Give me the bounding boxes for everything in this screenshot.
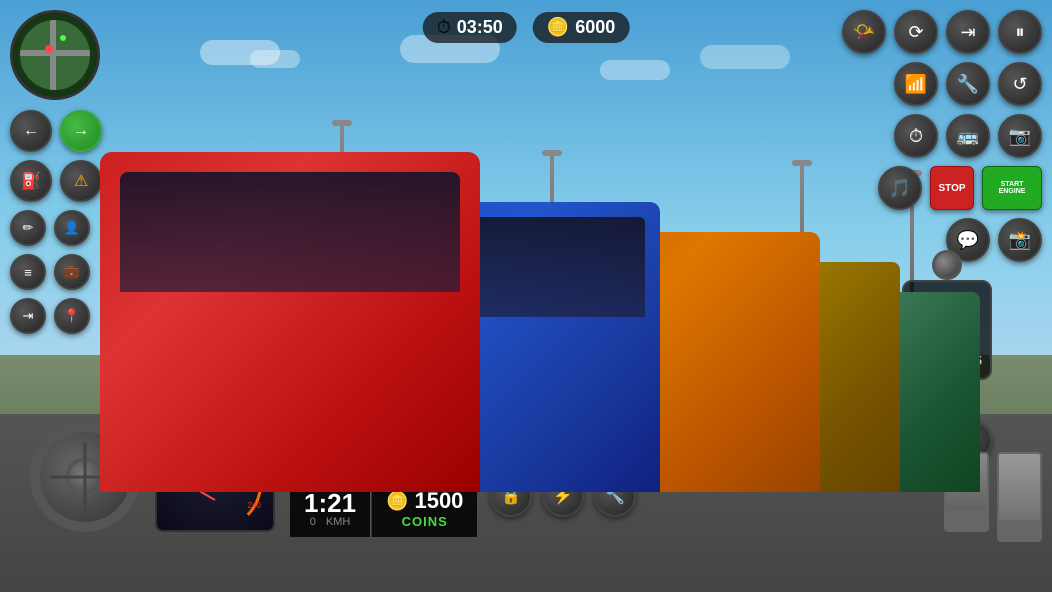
- horn-icon: 📯: [853, 22, 875, 43]
- music-icon: 🎵: [889, 178, 911, 199]
- horn-button[interactable]: 📯: [842, 10, 886, 54]
- exit-icon: ⇥: [960, 22, 975, 43]
- exit-button[interactable]: ⇥: [946, 10, 990, 54]
- start-engine-label: STARTENGINE: [999, 181, 1026, 195]
- cloud-3: [400, 35, 500, 63]
- bus-icon: 🚌: [957, 126, 979, 147]
- cloud-4: [600, 60, 670, 80]
- refresh-icon: ↺: [1012, 74, 1027, 95]
- cloud-5: [700, 45, 790, 69]
- location-button[interactable]: 📍: [54, 298, 90, 334]
- chat-icon: 💬: [957, 230, 979, 251]
- person-icon: 👤: [64, 220, 80, 236]
- chat-button[interactable]: 💬: [946, 218, 990, 262]
- refresh-button[interactable]: ↺: [998, 62, 1042, 106]
- fuel-button[interactable]: ⛽: [10, 160, 52, 202]
- warning-icon: ⚠: [74, 171, 88, 191]
- cloud-2: [250, 50, 300, 68]
- briefcase-icon: 💼: [64, 264, 80, 280]
- pause-icon: ⏸: [1016, 22, 1025, 43]
- stop-label: STOP: [938, 183, 965, 194]
- warning-button[interactable]: ⚠: [60, 160, 102, 202]
- bus-icon-button[interactable]: 🚌: [946, 114, 990, 158]
- list-button[interactable]: ≡: [10, 254, 46, 290]
- camera-button[interactable]: 📷: [998, 114, 1042, 158]
- speedo-button[interactable]: ⏱: [894, 114, 938, 158]
- forward-button[interactable]: →: [60, 110, 102, 152]
- wiper-icon: ⟳: [908, 22, 923, 43]
- person-button[interactable]: 👤: [54, 210, 90, 246]
- wiper-button[interactable]: ⟳: [894, 10, 938, 54]
- start-engine-button[interactable]: STARTENGINE: [982, 166, 1042, 210]
- bus-red: [100, 152, 480, 492]
- wifi-button[interactable]: 📶: [894, 62, 938, 106]
- list-icon: ≡: [24, 265, 32, 280]
- back-icon: ←: [23, 122, 39, 140]
- stop-button[interactable]: STOP: [930, 166, 974, 210]
- wrench-icon: 🔧: [957, 74, 979, 95]
- location-icon: 📍: [64, 308, 80, 324]
- enter-icon: ⇥: [23, 308, 34, 324]
- music-button[interactable]: 🎵: [878, 166, 922, 210]
- pause-button[interactable]: ⏸: [998, 10, 1042, 54]
- camera-icon: 📷: [1009, 126, 1031, 147]
- speedo-icon: ⏱: [909, 126, 923, 147]
- briefcase-button[interactable]: 💼: [54, 254, 90, 290]
- pencil-icon: ✏: [23, 220, 34, 236]
- wrench-button[interactable]: 🔧: [946, 62, 990, 106]
- photo-button[interactable]: 📸: [998, 218, 1042, 262]
- forward-icon: →: [73, 122, 89, 140]
- pencil-button[interactable]: ✏: [10, 210, 46, 246]
- wifi-icon: 📶: [905, 74, 927, 95]
- back-button[interactable]: ←: [10, 110, 52, 152]
- fuel-icon: ⛽: [21, 171, 41, 191]
- photo-icon: 📸: [1009, 230, 1031, 251]
- buses-scene: [100, 112, 1002, 492]
- enter-button[interactable]: ⇥: [10, 298, 46, 334]
